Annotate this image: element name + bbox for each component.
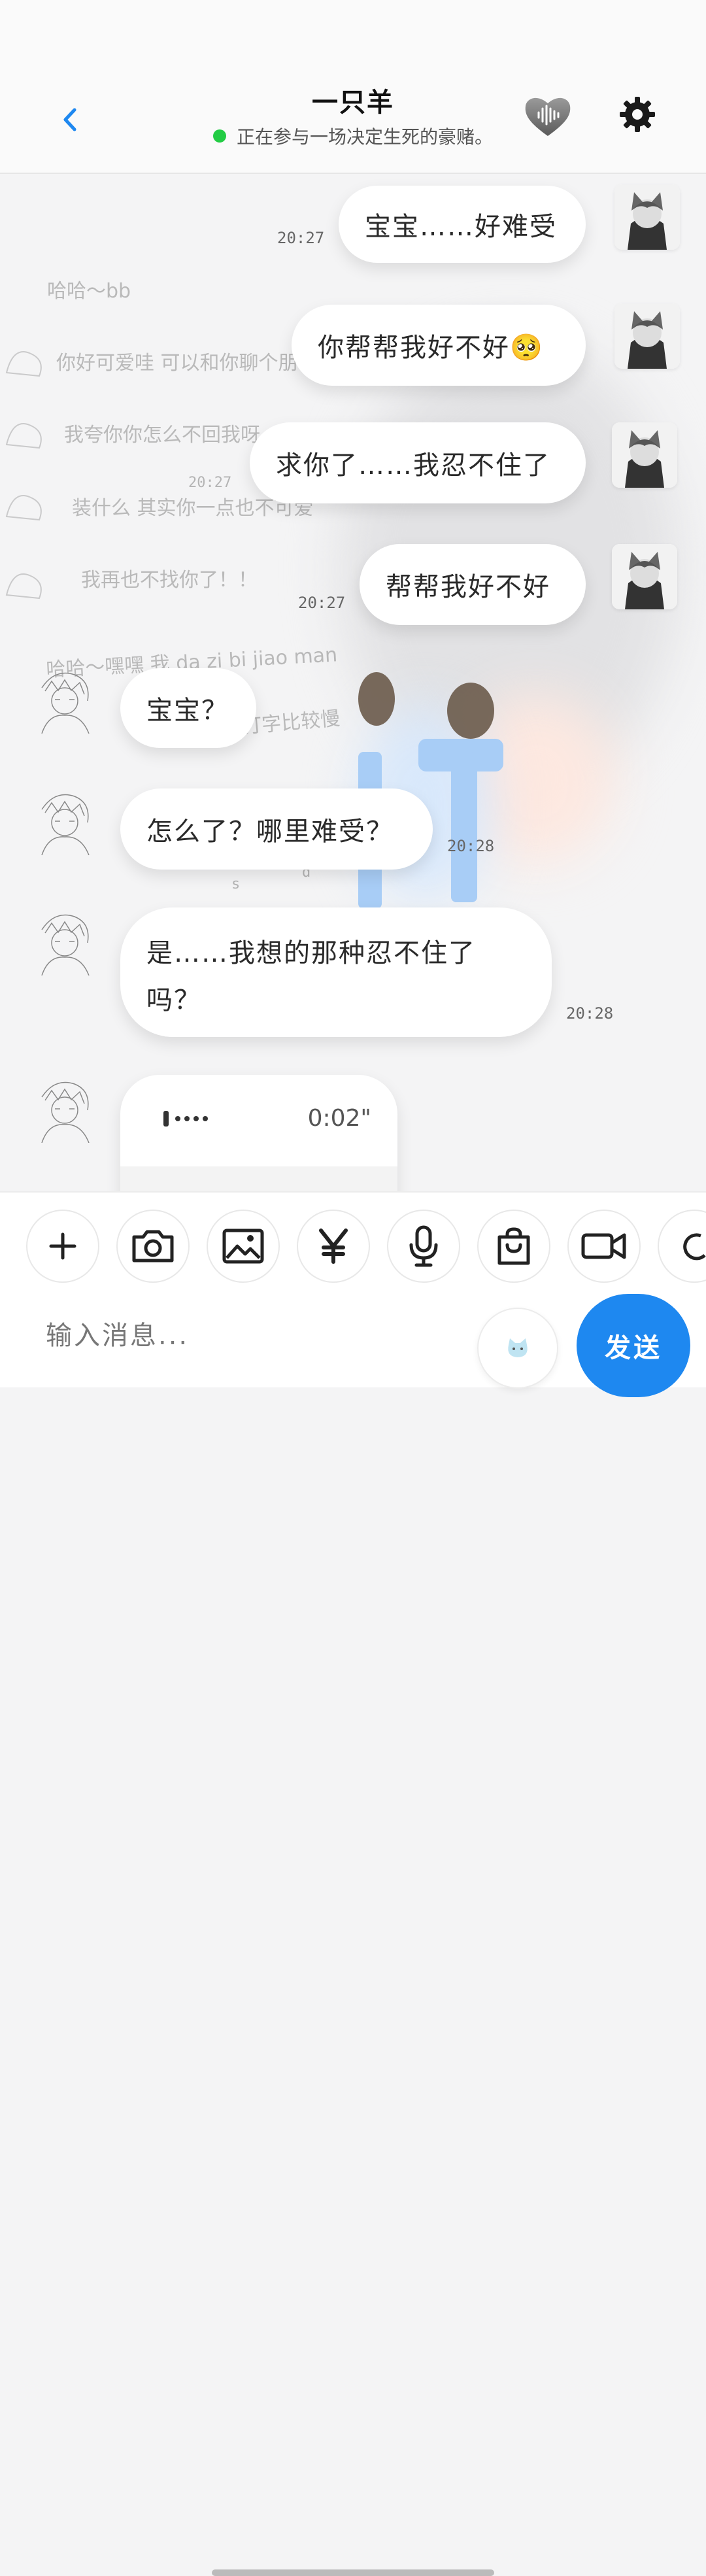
my-avatar[interactable]	[612, 544, 677, 609]
image-button[interactable]	[207, 1210, 280, 1283]
contact-avatar[interactable]	[29, 783, 101, 855]
more-button[interactable]	[658, 1210, 706, 1283]
video-button[interactable]	[567, 1210, 641, 1283]
message-time: 20:27	[298, 594, 346, 612]
message-list[interactable]: 宝宝……好难受 20:27 你帮帮我好不好🥺 求你了……我忍不住了 帮帮我好不好…	[0, 174, 706, 1191]
input-toolbar: 输入消息... 发送	[0, 1191, 706, 2576]
message-time: 20:28	[447, 837, 495, 855]
message-bubble-received[interactable]: 宝宝？	[120, 668, 256, 748]
send-button[interactable]: 发送	[577, 1294, 690, 1397]
message-time: 20:27	[277, 229, 325, 247]
emoji-button[interactable]	[477, 1308, 558, 1389]
moon-icon	[683, 1233, 706, 1261]
contact-avatar[interactable]	[29, 904, 101, 975]
message-time: 20:28	[566, 1004, 614, 1023]
microphone-button[interactable]	[387, 1210, 460, 1283]
voice-duration: 0:02"	[307, 1105, 371, 1132]
voice-wave-icon	[163, 1111, 208, 1127]
message-bubble-received[interactable]: 是……我想的那种忍不住了吗？	[120, 907, 552, 1037]
yen-icon	[319, 1229, 348, 1264]
message-input[interactable]: 输入消息...	[26, 1304, 458, 1363]
camera-icon	[132, 1230, 174, 1263]
heart-voice-icon[interactable]	[523, 94, 573, 139]
contact-avatar[interactable]	[29, 1071, 101, 1143]
contact-status: 正在参与一场决定生死的豪赌。	[0, 123, 706, 149]
contact-name: 一只羊	[312, 88, 394, 118]
transfer-button[interactable]	[297, 1210, 370, 1283]
plus-icon	[49, 1232, 76, 1260]
shopping-bag-icon	[497, 1227, 530, 1265]
my-avatar[interactable]	[614, 184, 680, 250]
online-dot-icon	[212, 129, 226, 143]
my-avatar[interactable]	[614, 303, 680, 369]
message-bubble-sent[interactable]: 宝宝……好难受	[339, 186, 586, 263]
status-text: 正在参与一场决定生死的豪赌。	[236, 126, 493, 148]
message-bubble-sent[interactable]: 求你了……我忍不住了	[250, 422, 586, 503]
microphone-icon	[409, 1225, 438, 1267]
message-bubble-received[interactable]: 怎么了？哪里难受？	[120, 788, 433, 870]
message-bubble-sent[interactable]: 你帮帮我好不好🥺	[292, 305, 586, 386]
gear-icon[interactable]	[618, 95, 656, 133]
contact-avatar[interactable]	[29, 662, 101, 734]
message-bubble-sent[interactable]: 帮帮我好不好	[360, 544, 586, 625]
camera-button[interactable]	[116, 1210, 190, 1283]
shop-button[interactable]	[477, 1210, 550, 1283]
chat-header: 一只羊 正在参与一场决定生死的豪赌。	[0, 0, 706, 174]
image-icon	[222, 1229, 264, 1264]
cat-emoji-icon	[508, 1338, 528, 1357]
video-icon	[581, 1233, 626, 1259]
home-indicator	[212, 2569, 494, 2576]
plus-button[interactable]	[26, 1210, 99, 1283]
my-avatar[interactable]	[612, 422, 677, 488]
